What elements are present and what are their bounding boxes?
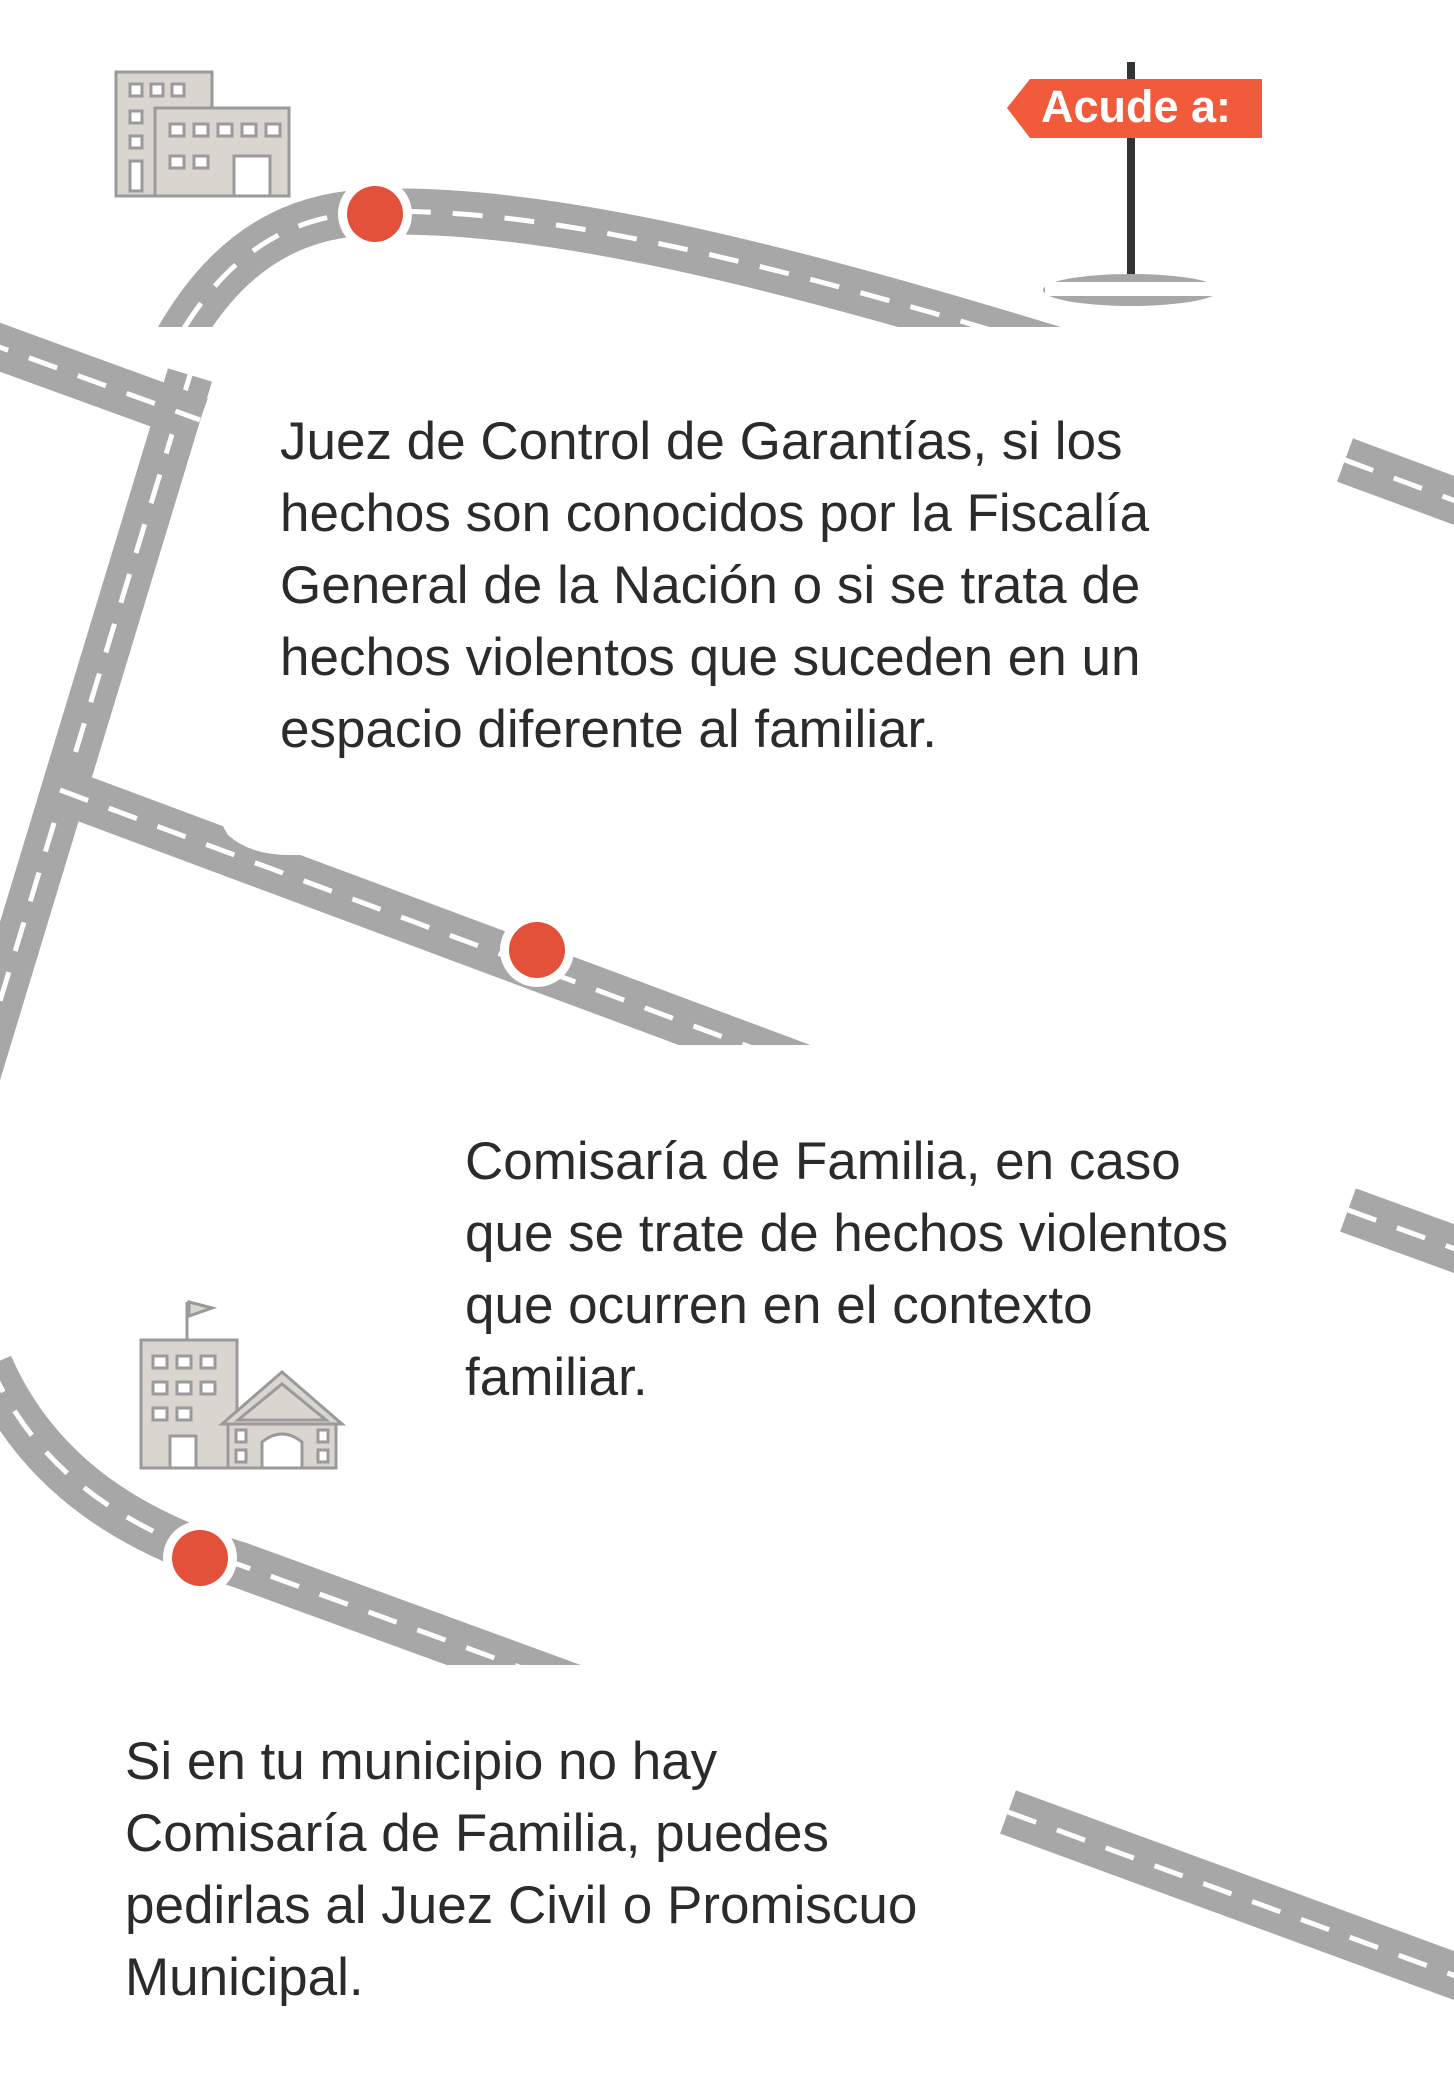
text-block-comisaria: Comisaría de Familia, en caso que se tra…: [465, 1132, 1229, 1407]
location-marker-3: [163, 1521, 237, 1595]
infographic-page: Acude a: Juez de Control de Garantías, s…: [0, 0, 1454, 2092]
road-bottom-curve: [0, 1355, 581, 1665]
location-marker-1: [338, 177, 412, 251]
text-block-juez-control: Juez de Control de Garantías, si los hec…: [280, 412, 1150, 759]
pin-pointer: [505, 1005, 540, 1070]
government-building-icon: [139, 1300, 347, 1470]
road-right-stub-1: [1337, 438, 1454, 525]
text-block-juez-civil: Si en tu municipio no hay Comisaría de F…: [125, 1732, 918, 2007]
road-left-diagonal: [0, 368, 213, 1081]
signpost-label: Acude a:: [1041, 81, 1231, 132]
location-marker-2: [500, 913, 574, 987]
office-building-icon: [114, 70, 291, 198]
road-right-stub-2: [1340, 1188, 1454, 1274]
signpost-icon: Acude a:: [1007, 62, 1262, 306]
